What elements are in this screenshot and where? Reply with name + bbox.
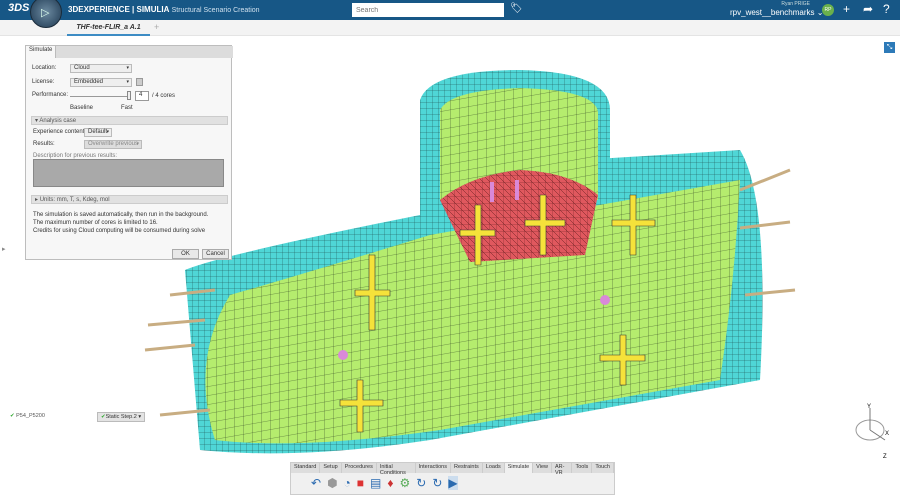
simulate-icon[interactable]: ↻ (416, 476, 426, 490)
simulate-check-icon[interactable]: ↻ (432, 476, 442, 490)
gizmo-x-label: X (885, 431, 889, 437)
ok-button[interactable]: OK (172, 249, 199, 259)
performance-label: Performance: (32, 92, 69, 98)
tree-item[interactable]: ✔ P54_P5200 (10, 413, 45, 419)
tab-interactions[interactable]: Interactions (416, 463, 451, 473)
cancel-button[interactable]: Cancel (202, 249, 229, 259)
tab-touch[interactable]: Touch (592, 463, 614, 473)
analysis-case-section[interactable]: ▾ Analysis case (31, 116, 228, 125)
tab-loads[interactable]: Loads (483, 463, 505, 473)
license-label: License: (32, 79, 55, 85)
location-select[interactable]: Cloud (70, 64, 132, 73)
step-icon[interactable]: ◔ (344, 476, 351, 490)
slider-handle[interactable] (127, 91, 131, 100)
tab-tools[interactable]: Tools (572, 463, 593, 473)
tab-simulate[interactable]: Simulate (504, 463, 534, 473)
info-text: The simulation is saved automatically, t… (33, 212, 209, 234)
baseline-label: Baseline (70, 105, 94, 111)
pressure-marker (600, 295, 610, 305)
gizmo-z-label: Z (883, 454, 887, 460)
units-section[interactable]: ▸ Units: mm, T, s, Kdeg, mol (31, 195, 228, 204)
action-bar: Standard Setup Procedures Initial Condit… (290, 462, 615, 495)
pressure-marker (338, 350, 348, 360)
step-select[interactable]: ✔Static Step.2 ▾ (97, 412, 146, 422)
results-label: Results: (33, 141, 55, 147)
tab-view[interactable]: View (533, 463, 552, 473)
mesh-icon[interactable]: ■ (357, 476, 364, 490)
cores-suffix: / 4 cores (152, 93, 176, 99)
simulate-run-icon[interactable]: ▶ (448, 476, 458, 490)
tab-setup[interactable]: Setup (320, 463, 342, 473)
results-icon[interactable]: ♦ (387, 476, 393, 490)
tab-ar-vr[interactable]: AR-VR (552, 463, 573, 476)
table-icon[interactable]: ▤ (370, 476, 381, 490)
orientation-gizmo[interactable]: Y X Z (845, 400, 895, 460)
license-select[interactable]: Embedded (70, 78, 132, 87)
simulate-dialog: Simulate Location: Cloud License: Embedd… (25, 45, 233, 260)
cores-input[interactable]: 4 (135, 91, 149, 101)
undo-icon[interactable]: ↶ (311, 476, 321, 490)
model-icon[interactable]: ⬢ (327, 476, 337, 490)
settings-icon[interactable]: ⚙ (400, 476, 411, 490)
check-icon: ✔ (10, 413, 15, 419)
results-select[interactable]: Overwrite previous (84, 140, 142, 149)
tab-procedures[interactable]: Procedures (342, 463, 377, 473)
gizmo-y-label: Y (867, 404, 871, 410)
description-textarea[interactable] (33, 159, 224, 187)
license-info-icon[interactable] (136, 78, 143, 86)
experience-select[interactable]: Default (84, 128, 112, 137)
fast-label: Fast (121, 105, 133, 111)
pressure-marker (515, 180, 519, 200)
tab-standard[interactable]: Standard (291, 463, 321, 473)
pressure-marker (490, 182, 494, 202)
tab-restraints[interactable]: Restraints (451, 463, 483, 473)
performance-slider[interactable] (70, 96, 128, 97)
location-label: Location: (32, 65, 57, 71)
tab-simulate[interactable]: Simulate (26, 46, 57, 58)
restraint-rod (144, 343, 196, 352)
experience-label: Experience content: (33, 129, 87, 135)
tab-initial-conditions[interactable]: Initial Conditions (377, 463, 416, 476)
